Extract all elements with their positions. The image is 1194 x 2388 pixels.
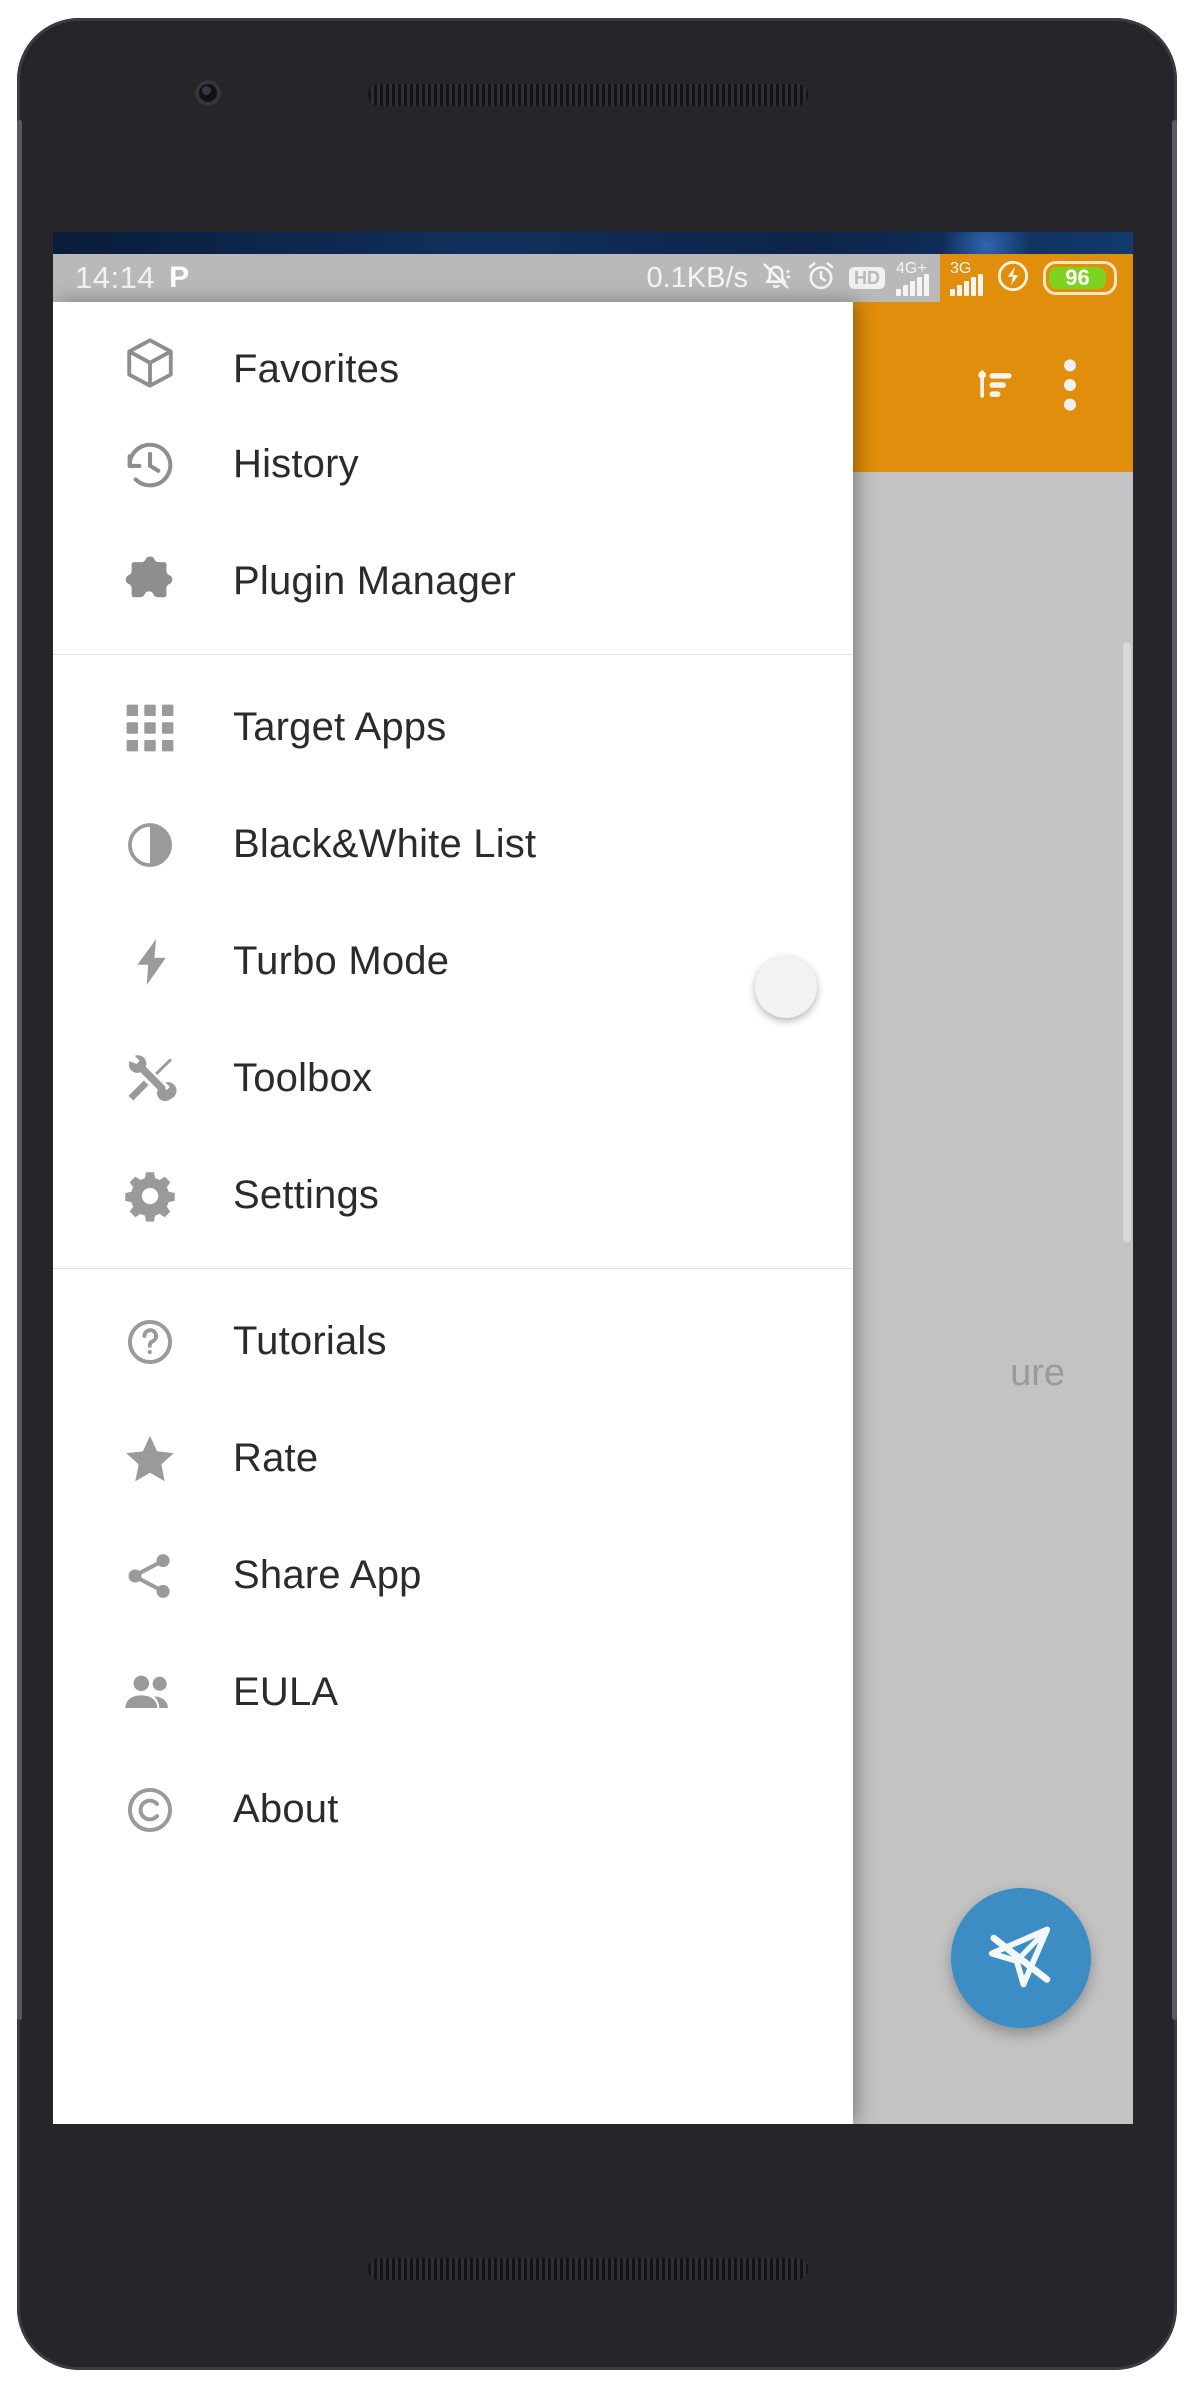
- star-icon: [119, 1430, 181, 1488]
- status-bar-left: 14:14 P: [53, 260, 189, 296]
- tools-icon: [119, 1051, 181, 1107]
- sim1-signal: 4G+: [896, 260, 929, 296]
- drawer-item-black-white-list[interactable]: Black&White List: [53, 786, 853, 903]
- drawer-item-eula[interactable]: EULA: [53, 1634, 853, 1751]
- drawer-item-label: About: [233, 1787, 339, 1831]
- drawer-item-label: Share App: [233, 1553, 422, 1597]
- drawer-group-features: Target Apps Black&White List Turbo Mode …: [53, 669, 853, 1254]
- battery-indicator: 96: [1043, 261, 1117, 295]
- drawer-item-history[interactable]: History: [53, 406, 853, 523]
- history-clock-icon: [119, 436, 181, 494]
- drawer-item-label: History: [233, 442, 359, 486]
- drawer-item-label: Tutorials: [233, 1319, 387, 1363]
- drawer-item-about[interactable]: About: [53, 1751, 853, 1868]
- clock-text: 14:14: [75, 260, 156, 295]
- drawer-item-tutorials[interactable]: Tutorials: [53, 1283, 853, 1400]
- drawer-item-label: Favorites: [233, 347, 400, 391]
- status-bar: 14:14 P 0.1KB/s HD 4G+ 3G 96: [53, 254, 1133, 302]
- navigation-drawer: Favorites History Plugin Manager Target …: [53, 302, 853, 2124]
- network-speed-text: 0.1KB/s: [646, 261, 748, 294]
- phone-right-edge: [1172, 120, 1177, 2020]
- drawer-item-settings[interactable]: Settings: [53, 1137, 853, 1254]
- contrast-circle-icon: [119, 817, 181, 873]
- status-bar-right: 0.1KB/s HD 4G+ 3G 96: [646, 254, 1133, 302]
- charging-bolt-icon: [995, 258, 1031, 299]
- toggle-thumb: [755, 955, 817, 1018]
- drawer-item-label: Target Apps: [233, 705, 447, 749]
- drawer-divider-1: [53, 654, 853, 655]
- drawer-item-plugin-manager[interactable]: Plugin Manager: [53, 523, 853, 640]
- help-circle-icon: [119, 1314, 181, 1370]
- people-icon: [119, 1664, 181, 1722]
- battery-fill: 96: [1049, 265, 1107, 290]
- front-camera: [195, 80, 221, 106]
- drawer-item-label: Settings: [233, 1173, 380, 1217]
- drawer-item-favorites[interactable]: Favorites: [53, 302, 853, 406]
- drawer-item-share-app[interactable]: Share App: [53, 1517, 853, 1634]
- sim2-signal-bars: [950, 273, 983, 296]
- gear-icon: [119, 1168, 181, 1224]
- copyright-icon: [119, 1782, 181, 1838]
- grid-apps-icon: [119, 702, 181, 754]
- drawer-group-info: Tutorials Rate Share App EULA About: [53, 1283, 853, 1868]
- drawer-item-turbo-mode[interactable]: Turbo Mode: [53, 903, 853, 1020]
- alarm-clock-icon: [804, 259, 838, 298]
- drawer-scroll-container[interactable]: Favorites History Plugin Manager Target …: [53, 302, 853, 1868]
- drawer-item-label: Rate: [233, 1436, 319, 1480]
- earpiece-speaker: [368, 84, 808, 106]
- puzzle-piece-icon: [119, 553, 181, 611]
- sim1-signal-bars: [896, 273, 929, 296]
- cube-icon: [119, 334, 181, 392]
- drawer-divider-2: [53, 1268, 853, 1269]
- battery-percent-text: 96: [1065, 265, 1090, 290]
- drawer-item-label: Toolbox: [233, 1056, 373, 1100]
- share-icon: [119, 1548, 181, 1604]
- sim2-signal: 3G: [950, 260, 983, 296]
- status-bar-orange-section: 3G 96: [940, 254, 1133, 302]
- drawer-item-label: Plugin Manager: [233, 559, 516, 603]
- drawer-group-primary: Favorites History Plugin Manager: [53, 302, 853, 640]
- drawer-item-toolbox[interactable]: Toolbox: [53, 1020, 853, 1137]
- phone-screen: ure 14:14 P 0.1KB/s HD 4G+ 3G 96 Favorit…: [53, 232, 1133, 2124]
- phone-device-frame: ure 14:14 P 0.1KB/s HD 4G+ 3G 96 Favorit…: [0, 0, 1194, 2388]
- drawer-item-target-apps[interactable]: Target Apps: [53, 669, 853, 786]
- phone-left-edge: [17, 120, 22, 2020]
- bell-muted-icon: [759, 259, 793, 298]
- bottom-speaker: [368, 2258, 808, 2280]
- drawer-item-rate[interactable]: Rate: [53, 1400, 853, 1517]
- drawer-item-label: Turbo Mode: [233, 939, 450, 983]
- hd-voice-icon: HD: [849, 267, 885, 289]
- pico-p-icon: P: [169, 261, 190, 294]
- drawer-item-label: Black&White List: [233, 822, 537, 866]
- drawer-item-label: EULA: [233, 1670, 339, 1714]
- lightning-bolt-icon: [119, 934, 181, 990]
